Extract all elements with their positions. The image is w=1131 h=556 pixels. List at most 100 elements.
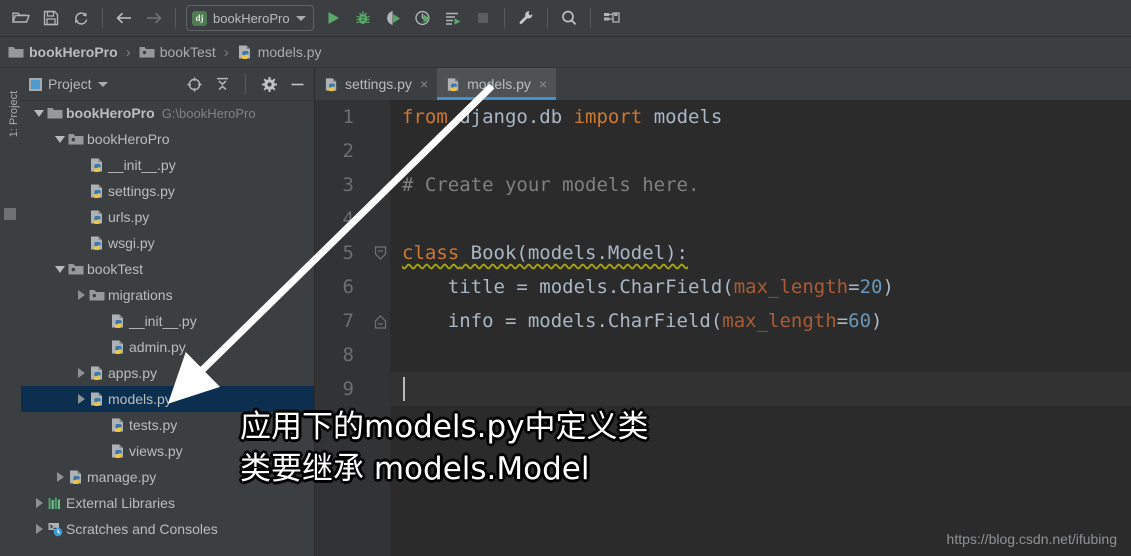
django-icon: dj bbox=[192, 10, 207, 26]
chevron-right-icon[interactable] bbox=[52, 469, 68, 485]
collapse-all-icon[interactable] bbox=[211, 73, 233, 95]
module-folder-icon bbox=[89, 290, 105, 301]
code-line-8[interactable] bbox=[390, 338, 402, 372]
tree-row-wsgi-py[interactable]: wsgi.py bbox=[21, 230, 314, 256]
tree-row-external-libraries[interactable]: External Libraries bbox=[21, 490, 314, 516]
structure-tab-icon[interactable] bbox=[4, 208, 16, 220]
breadcrumb-separator: › bbox=[125, 43, 131, 61]
code-token: 20 bbox=[859, 276, 883, 298]
breadcrumb-label: bookTest bbox=[159, 44, 216, 60]
forward-arrow-icon[interactable] bbox=[139, 4, 169, 32]
profile-icon[interactable] bbox=[408, 4, 438, 32]
editor-tab-bar: settings.py × models.py × bbox=[315, 68, 1131, 101]
run-configuration-selector[interactable]: dj bookHeroPro bbox=[186, 5, 314, 31]
editor-tab-models[interactable]: models.py × bbox=[437, 68, 557, 100]
tree-row-views-py[interactable]: views.py bbox=[21, 438, 314, 464]
tree-row-label: views.py bbox=[129, 443, 183, 459]
chevron-down-icon[interactable] bbox=[97, 81, 108, 87]
tree-row-label: apps.py bbox=[108, 365, 158, 381]
editor-tab-settings[interactable]: settings.py × bbox=[315, 68, 437, 100]
python-file-icon bbox=[112, 444, 123, 458]
close-icon[interactable]: × bbox=[420, 76, 428, 92]
python-file-icon bbox=[325, 77, 337, 91]
tree-row-urls-py[interactable]: urls.py bbox=[21, 204, 314, 230]
chevron-down-icon[interactable] bbox=[52, 131, 68, 147]
select-opened-file-icon[interactable] bbox=[183, 73, 205, 95]
chevron-right-icon[interactable] bbox=[73, 391, 89, 407]
settings-gear-icon[interactable] bbox=[258, 73, 280, 95]
run-configuration-label: bookHeroPro bbox=[213, 10, 290, 26]
save-all-icon[interactable] bbox=[36, 4, 66, 32]
tree-row-bookheropro[interactable]: bookHeroPro bbox=[21, 126, 314, 152]
chevron-right-icon[interactable] bbox=[31, 495, 47, 511]
breadcrumb-item-project[interactable]: bookHeroPro bbox=[8, 44, 118, 60]
project-view-icon bbox=[29, 77, 42, 91]
left-tool-strip: 1: Project bbox=[0, 68, 22, 556]
tree-row-bookheropro[interactable]: bookHeroPro G:\bookHeroPro bbox=[21, 100, 314, 126]
breadcrumb-item-file[interactable]: models.py bbox=[237, 44, 322, 60]
code-line-6[interactable]: title = models.CharField(max_length=20) bbox=[390, 270, 894, 304]
tree-row--init-py[interactable]: __init__.py bbox=[21, 152, 314, 178]
toolbar-separator bbox=[503, 8, 505, 28]
tree-row-admin-py[interactable]: admin.py bbox=[21, 334, 314, 360]
search-everywhere-icon[interactable] bbox=[554, 4, 584, 32]
chevron-right-icon[interactable] bbox=[73, 287, 89, 303]
hide-panel-icon[interactable] bbox=[286, 73, 308, 95]
code-folding-gutter[interactable] bbox=[362, 100, 428, 556]
open-folder-icon[interactable] bbox=[6, 4, 36, 32]
tree-row-label: admin.py bbox=[129, 339, 186, 355]
code-line-2[interactable] bbox=[390, 134, 402, 168]
tree-row-apps-py[interactable]: apps.py bbox=[21, 360, 314, 386]
tree-row-models-py[interactable]: models.py bbox=[21, 386, 314, 412]
tree-row-booktest[interactable]: bookTest bbox=[21, 256, 314, 282]
tree-row-manage-py[interactable]: manage.py bbox=[21, 464, 314, 490]
database-icon[interactable] bbox=[597, 4, 627, 32]
code-text-area[interactable]: from django.db import models # Create you… bbox=[390, 100, 1131, 556]
settings-wrench-icon[interactable] bbox=[511, 4, 541, 32]
code-editor[interactable]: 1 2 3 4 5 6 7 8 9 from django.db import models # … bbox=[315, 100, 1131, 556]
tree-row-label: migrations bbox=[108, 287, 173, 303]
chevron-right-icon[interactable] bbox=[31, 521, 47, 537]
code-line-7[interactable]: info = models.CharField(max_length=60) bbox=[390, 304, 883, 338]
chevron-right-icon[interactable] bbox=[73, 365, 89, 381]
debug-icon[interactable] bbox=[348, 4, 378, 32]
python-file-icon bbox=[238, 45, 250, 59]
code-line-5[interactable]: class Book(models.Model): bbox=[390, 236, 688, 270]
tree-row-tests-py[interactable]: tests.py bbox=[21, 412, 314, 438]
code-line-4[interactable] bbox=[390, 202, 402, 236]
breadcrumb-item-module[interactable]: bookTest bbox=[139, 44, 216, 60]
chevron-down-icon[interactable] bbox=[31, 105, 47, 121]
run-console-icon[interactable] bbox=[438, 4, 468, 32]
run-icon[interactable] bbox=[318, 4, 348, 32]
back-arrow-icon[interactable] bbox=[109, 4, 139, 32]
code-token: 60 bbox=[848, 310, 872, 332]
code-line-9[interactable] bbox=[390, 372, 402, 406]
chevron-down-icon[interactable] bbox=[295, 15, 306, 21]
tree-row-migrations[interactable]: migrations bbox=[21, 282, 314, 308]
tool-window-tab-project[interactable]: 1: Project bbox=[8, 79, 20, 149]
tree-row-label: bookTest bbox=[87, 261, 144, 277]
close-icon[interactable]: × bbox=[539, 76, 547, 92]
sync-icon[interactable] bbox=[66, 4, 96, 32]
tree-row-scratches-and-consoles[interactable]: Scratches and Consoles bbox=[21, 516, 314, 542]
code-line-3[interactable]: # Create your models here. bbox=[390, 168, 699, 202]
toolbar-separator bbox=[175, 8, 176, 28]
code-token: Book(models.Model): bbox=[459, 242, 688, 264]
stop-icon[interactable] bbox=[468, 4, 498, 32]
line-number: 1 bbox=[342, 106, 354, 128]
tree-row--init-py[interactable]: __init__.py bbox=[21, 308, 314, 334]
project-tree[interactable]: bookHeroPro G:\bookHeroPro bookHeroPro __in… bbox=[21, 100, 314, 556]
text-caret bbox=[403, 377, 405, 401]
fold-collapse-icon[interactable] bbox=[374, 246, 387, 260]
fold-end-icon[interactable] bbox=[374, 315, 387, 329]
code-line-1[interactable]: from django.db import models bbox=[390, 100, 722, 134]
tree-row-label: tests.py bbox=[129, 417, 178, 433]
run-with-coverage-icon[interactable] bbox=[378, 4, 408, 32]
tree-row-settings-py[interactable]: settings.py bbox=[21, 178, 314, 204]
tree-row-label: Scratches and Consoles bbox=[66, 521, 218, 537]
tree-row-label: __init__.py bbox=[108, 157, 176, 173]
chevron-down-icon[interactable] bbox=[52, 261, 68, 277]
